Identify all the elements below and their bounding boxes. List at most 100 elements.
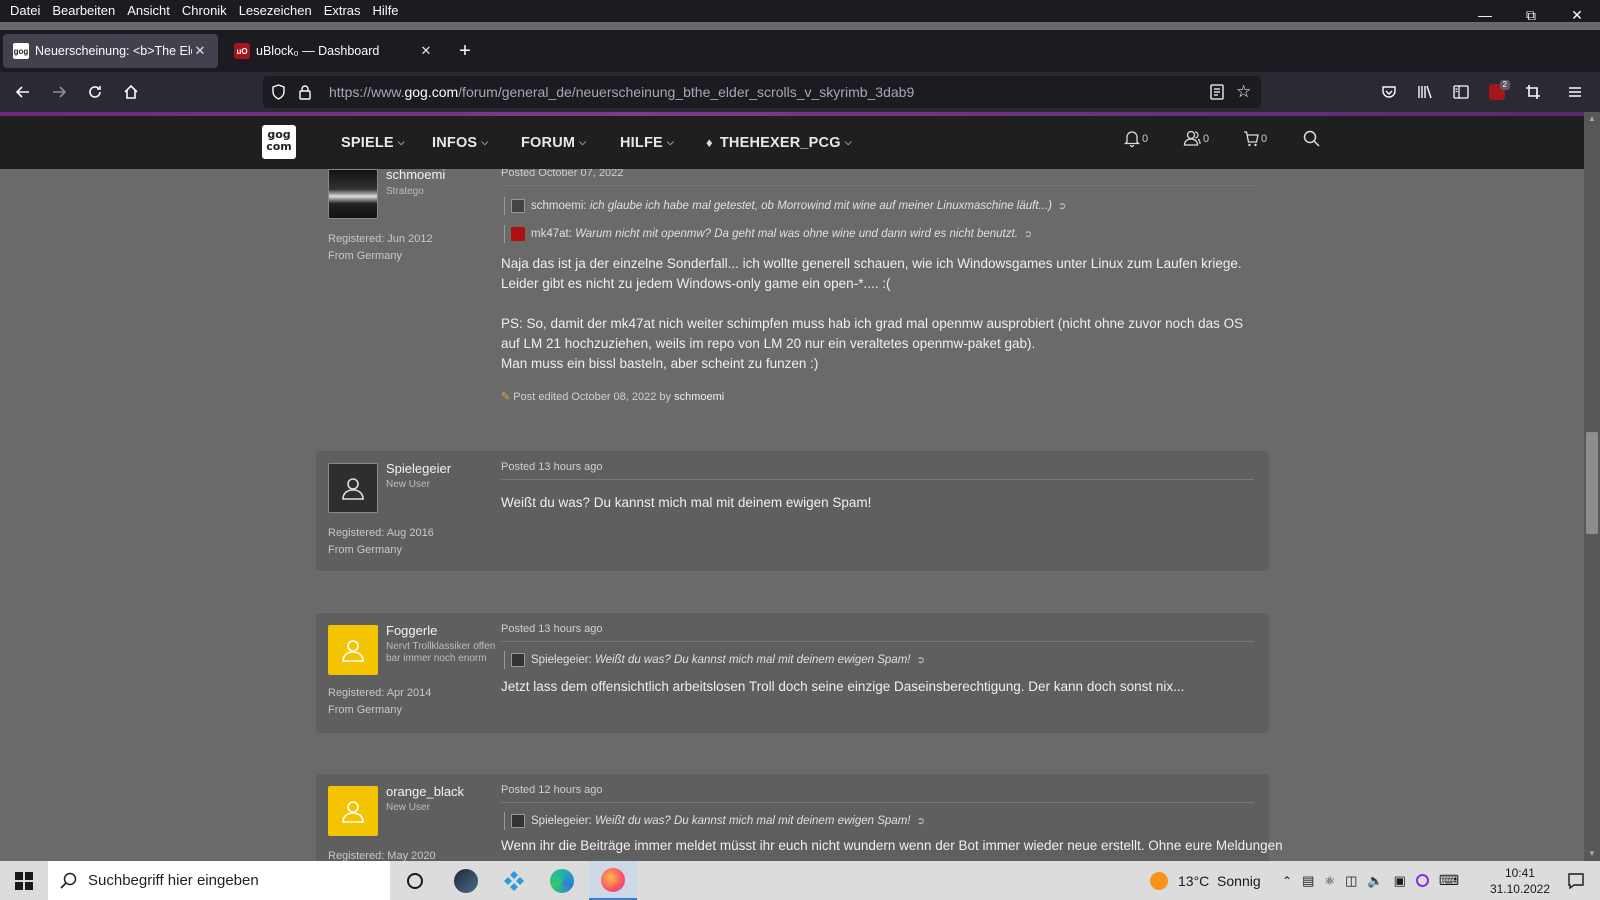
notifications-count: 0: [1142, 132, 1149, 145]
windows-start-icon[interactable]: [0, 861, 48, 900]
user-registered: Registered: May 2020: [328, 850, 436, 861]
quote-link-icon[interactable]: ➲: [1058, 201, 1066, 212]
home-icon[interactable]: [117, 78, 145, 106]
gog-logo[interactable]: gog com: [262, 125, 296, 159]
avatar[interactable]: [328, 625, 378, 675]
nav-infos[interactable]: INFOS ⌵: [432, 116, 488, 169]
taskbar-search-box[interactable]: Suchbegriff hier eingeben: [48, 861, 390, 900]
user-location: From Germany: [328, 544, 402, 556]
menu-datei[interactable]: Datei: [4, 0, 46, 22]
close-window-icon[interactable]: ✕: [1554, 0, 1600, 30]
nav-hilfe[interactable]: HILFE ⌵: [620, 116, 674, 169]
quote-author[interactable]: Spielegeier:: [531, 654, 592, 666]
menu-chronik[interactable]: Chronik: [176, 0, 233, 22]
forward-icon[interactable]: [45, 78, 73, 106]
ublock-icon[interactable]: 2: [1483, 78, 1511, 106]
hamburger-menu-icon[interactable]: [1561, 78, 1589, 106]
screenshot-crop-icon[interactable]: [1519, 78, 1547, 106]
network-icon[interactable]: ▣: [1394, 873, 1406, 889]
edge-icon[interactable]: [538, 861, 586, 900]
tracking-protection-icon[interactable]: [271, 84, 286, 103]
friends-icon: [1183, 130, 1201, 146]
reader-view-icon[interactable]: [1210, 84, 1224, 103]
keyboard-icon[interactable]: ⌨: [1439, 872, 1459, 889]
tab-ublock-dashboard[interactable]: uO uBlock₀ — Dashboard ✕: [224, 34, 444, 68]
minimize-icon[interactable]: —: [1462, 0, 1508, 30]
weather-widget[interactable]: 13°C Sonnig: [1150, 861, 1261, 900]
weather-text: 13°C Sonnig: [1178, 872, 1261, 889]
tab-close-icon[interactable]: ✕: [192, 43, 208, 59]
nav-bar: https://www.gog.com/forum/general_de/neu…: [0, 72, 1600, 112]
sidebar-icon[interactable]: [1447, 78, 1475, 106]
post-date: Posted 13 hours ago: [501, 461, 603, 473]
quote-author[interactable]: mk47at:: [531, 228, 572, 240]
nav-forum[interactable]: FORUM ⌵: [521, 116, 586, 169]
avatar[interactable]: [328, 463, 378, 513]
nav-spiele[interactable]: SPIELE ⌵: [341, 116, 405, 169]
tab-gog-forum[interactable]: gog Neuerscheinung: <b>The Elder ✕: [3, 34, 218, 68]
post-username[interactable]: Foggerle: [386, 623, 437, 638]
avatar[interactable]: [328, 169, 378, 219]
tray-ime-icon[interactable]: ⚛: [1324, 874, 1335, 888]
site-search-icon[interactable]: [1303, 130, 1320, 147]
nav-user-menu[interactable]: ♦ THEHEXER_PCG ⌵: [706, 116, 852, 169]
post-edited-note: ✎ Post edited October 08, 2022 by schmoe…: [501, 390, 724, 403]
bookmark-star-icon[interactable]: ☆: [1236, 83, 1251, 100]
notification-center-icon[interactable]: [1552, 861, 1600, 900]
edited-by-user[interactable]: schmoemi: [674, 391, 724, 403]
menu-lesezeichen[interactable]: Lesezeichen: [233, 0, 318, 22]
post-body: Naja das ist ja der einzelne Sonderfall.…: [501, 256, 1244, 371]
cortana-ring-icon[interactable]: [1415, 874, 1429, 887]
new-tab-icon[interactable]: +: [452, 38, 478, 64]
lock-icon[interactable]: [298, 84, 312, 103]
clock-time: 10:41: [1504, 866, 1535, 880]
scrollbar-thumb[interactable]: [1586, 432, 1598, 534]
scroll-up-icon[interactable]: ▲: [1584, 112, 1600, 126]
url-bar[interactable]: https://www.gog.com/forum/general_de/neu…: [263, 76, 1261, 108]
quote-link-icon[interactable]: ➲: [916, 816, 924, 827]
quote-avatar: [511, 227, 525, 241]
menu-bar: Datei Bearbeiten Ansicht Chronik Lesezei…: [0, 0, 1600, 22]
menu-bearbeiten[interactable]: Bearbeiten: [46, 0, 121, 22]
quote-author[interactable]: schmoemi:: [531, 200, 587, 212]
quote-author[interactable]: Spielegeier:: [531, 815, 592, 827]
kodi-icon[interactable]: [490, 861, 538, 900]
menu-ansicht[interactable]: Ansicht: [121, 0, 176, 22]
forum-post: Spielegeier New User Registered: Aug 201…: [316, 451, 1269, 571]
windows-taskbar: Suchbegriff hier eingeben 13°C Sonnig ⌃ …: [0, 861, 1600, 900]
post-username[interactable]: schmoemi: [386, 169, 445, 182]
post-username[interactable]: Spielegeier: [386, 461, 451, 476]
post-username[interactable]: orange_black: [386, 784, 464, 799]
library-icon[interactable]: [1411, 78, 1439, 106]
quote-link-icon[interactable]: ➲: [1024, 229, 1032, 240]
system-tray: ⌃ ▤ ⚛ ◫ 🔈 ▣ ⌨: [1282, 861, 1459, 900]
notifications-button[interactable]: 0: [1124, 130, 1148, 147]
system-clock[interactable]: 10:41 31.10.2022: [1490, 865, 1550, 897]
chevron-down-icon: ⌵: [579, 137, 587, 147]
back-icon[interactable]: [9, 78, 37, 106]
tab-close-icon[interactable]: ✕: [418, 43, 434, 59]
post-divider: [501, 802, 1254, 803]
restore-icon[interactable]: ⧉: [1508, 0, 1554, 30]
post-quote: Spielegeier: Weißt du was? Du kannst mic…: [504, 651, 925, 669]
avatar[interactable]: [328, 786, 378, 836]
default-user-icon: [342, 801, 364, 823]
steam-icon[interactable]: [442, 861, 490, 900]
friends-button[interactable]: 0: [1183, 130, 1209, 147]
user-registered: Registered: Jun 2012: [328, 233, 433, 245]
reload-icon[interactable]: [81, 78, 109, 106]
tray-chevron-up-icon[interactable]: ⌃: [1282, 874, 1292, 888]
volume-icon[interactable]: 🔈: [1367, 873, 1383, 889]
pocket-icon[interactable]: [1375, 78, 1403, 106]
cart-button[interactable]: 0: [1243, 130, 1267, 147]
firefox-icon[interactable]: [589, 861, 637, 900]
task-view-icon[interactable]: [391, 861, 439, 900]
tray-device-icon[interactable]: ◫: [1345, 873, 1357, 889]
menu-hilfe[interactable]: Hilfe: [367, 0, 405, 22]
scroll-down-icon[interactable]: ▼: [1584, 847, 1600, 861]
url-host: gog.com: [404, 84, 459, 100]
quote-link-icon[interactable]: ➲: [916, 655, 924, 666]
tray-app-icon[interactable]: ▤: [1302, 873, 1314, 889]
menu-extras[interactable]: Extras: [318, 0, 367, 22]
page-scrollbar[interactable]: ▲ ▼: [1584, 112, 1600, 861]
